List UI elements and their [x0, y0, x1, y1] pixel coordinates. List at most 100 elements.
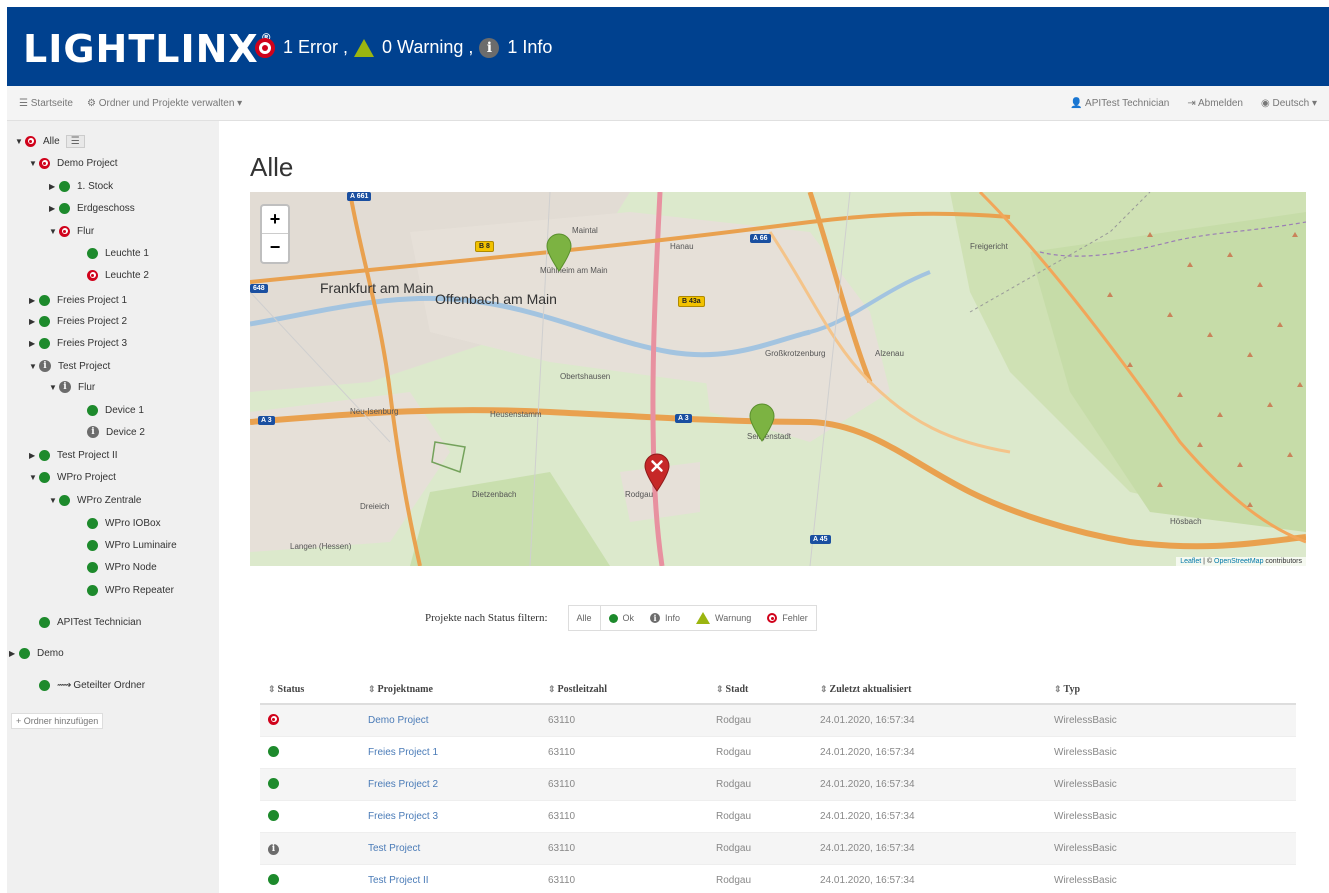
cell-name[interactable]: Test Project II: [368, 875, 548, 886]
cell-name[interactable]: Freies Project 2: [368, 779, 548, 790]
cell-type: WirelessBasic: [1054, 843, 1117, 854]
tree-item[interactable]: ▶ Freies Project 3: [29, 334, 127, 352]
info-icon: i: [479, 37, 500, 58]
caret-right-icon[interactable]: ▶: [49, 182, 59, 191]
cell-name[interactable]: Demo Project: [368, 715, 548, 726]
table-row[interactable]: Demo Project 63110 Rodgau 24.01.2020, 16:57…: [260, 705, 1296, 737]
tree-item[interactable]: ▼ Alle ☰: [15, 132, 85, 150]
tree-item[interactable]: ▶ 1. Stock: [49, 177, 113, 195]
table-row[interactable]: Freies Project 2 63110 Rodgau 24.01.2020, 1…: [260, 769, 1296, 801]
cell-zip: 63110: [548, 811, 576, 822]
tree-item[interactable]: ▼ Flur: [49, 222, 94, 240]
table-row[interactable]: i Test Project 63110 Rodgau 24.01.2020, 16:5…: [260, 833, 1296, 865]
cell-status: [260, 745, 368, 760]
filter-warning-button[interactable]: Warnung: [688, 606, 759, 630]
caret-down-icon[interactable]: ▼: [29, 159, 39, 168]
map-marker-ok[interactable]: [748, 402, 776, 442]
column-header-type[interactable]: ⇕ Typ: [1054, 684, 1296, 695]
map-view[interactable]: Frankfurt am Main Offenbach am Main Main…: [250, 192, 1306, 566]
tree-item[interactable]: Device 1: [77, 401, 144, 419]
leaflet-link[interactable]: Leaflet: [1180, 558, 1201, 565]
caret-right-icon[interactable]: ▶: [29, 317, 39, 326]
tree-item[interactable]: WPro Luminaire: [77, 536, 177, 554]
tree-item[interactable]: ▶ Erdgeschoss: [49, 199, 135, 217]
caret-down-icon[interactable]: ▼: [29, 362, 39, 371]
status-icon-wrap: [19, 647, 30, 659]
column-header-status[interactable]: ⇕ Status: [260, 684, 368, 695]
caret-down-icon[interactable]: ▼: [29, 473, 39, 482]
caret-right-icon[interactable]: ▶: [29, 451, 39, 460]
tree-item[interactable]: ⟿ Geteilter Ordner: [29, 676, 145, 694]
filter-error-button[interactable]: Fehler: [759, 606, 816, 630]
error-icon: [767, 613, 778, 623]
caret-down-icon[interactable]: ▼: [15, 137, 25, 146]
tree-item[interactable]: ▼ WPro Project: [29, 468, 116, 486]
map-marker-error[interactable]: [643, 452, 671, 492]
column-header-zip[interactable]: ⇕ Postleitzahl: [548, 684, 716, 695]
nav-language-dropdown[interactable]: ◉ Deutsch ▾: [1261, 98, 1317, 109]
map-label-freigericht: Freigericht: [970, 242, 1008, 251]
filter-all-button[interactable]: Alle: [568, 606, 601, 630]
nav-home[interactable]: ☰ Startseite: [19, 98, 73, 109]
tree-item[interactable]: WPro IOBox: [77, 514, 161, 532]
tree-item[interactable]: Leuchte 2: [77, 266, 149, 284]
caret-down-icon[interactable]: ▼: [49, 383, 59, 392]
tree-item[interactable]: ▶ Test Project II: [29, 446, 118, 464]
tree-item[interactable]: WPro Repeater: [77, 581, 174, 599]
cell-city: Rodgau: [716, 715, 752, 726]
filter-ok-button[interactable]: Ok: [601, 606, 643, 630]
caret-right-icon[interactable]: ▶: [29, 296, 39, 305]
tree-item-label: WPro Node: [105, 561, 157, 573]
caret-down-icon[interactable]: ▼: [49, 496, 59, 505]
column-header-updated[interactable]: ⇕ Zuletzt aktualisiert: [820, 684, 1054, 695]
tree-item[interactable]: ▼ i Flur: [49, 378, 95, 396]
tree-item[interactable]: ▼ i Test Project: [29, 357, 110, 375]
cell-name[interactable]: Freies Project 3: [368, 811, 548, 822]
osm-link[interactable]: OpenStreetMap: [1214, 558, 1263, 565]
table-row[interactable]: Test Project II 63110 Rodgau 24.01.2020, 16…: [260, 865, 1296, 893]
caret-right-icon[interactable]: ▶: [29, 339, 39, 348]
sort-icon: ⇕: [716, 683, 724, 694]
tree-item[interactable]: ▼ Demo Project: [29, 154, 118, 172]
caret-right-icon[interactable]: ▶: [49, 204, 59, 213]
tree-item[interactable]: ▶ Freies Project 1: [29, 291, 127, 309]
info-icon: i: [268, 843, 279, 855]
table-body: Demo Project 63110 Rodgau 24.01.2020, 16:57…: [260, 705, 1296, 893]
column-header-city[interactable]: ⇕ Stadt: [716, 684, 820, 695]
table-row[interactable]: Freies Project 3 63110 Rodgau 24.01.2020, 1…: [260, 801, 1296, 833]
nav-user[interactable]: 👤 APITest Technician: [1070, 98, 1169, 109]
tree-item[interactable]: ▶ Freies Project 2: [29, 312, 127, 330]
tree-item-label: Flur: [78, 381, 96, 393]
tree-item[interactable]: APITest Technician: [29, 613, 141, 631]
caret-right-icon[interactable]: ▶: [9, 649, 19, 658]
map-marker-ok[interactable]: [545, 232, 573, 272]
nav-logout[interactable]: ⇥ Abmelden: [1187, 98, 1243, 109]
zoom-out-button[interactable]: −: [262, 234, 288, 262]
info-count[interactable]: i 1 Info: [479, 37, 552, 58]
tree-item[interactable]: WPro Node: [77, 558, 157, 576]
tree-item[interactable]: ▼ WPro Zentrale: [49, 491, 141, 509]
column-header-label: Postleitzahl: [557, 683, 607, 695]
column-header-name[interactable]: ⇕ Projektname: [368, 684, 548, 695]
nav-manage-dropdown[interactable]: ⚙ Ordner und Projekte verwalten ▾: [87, 98, 242, 109]
zoom-in-button[interactable]: +: [262, 206, 288, 234]
road-shield-a661: A 661: [347, 192, 372, 201]
table-row[interactable]: Freies Project 1 63110 Rodgau 24.01.2020, 1…: [260, 737, 1296, 769]
warning-count[interactable]: 0 Warning ,: [354, 37, 473, 58]
tree-item[interactable]: ▶ Demo: [9, 644, 64, 662]
lightlinx-logo[interactable]: LIGHTLINX®: [23, 27, 273, 71]
error-count[interactable]: 1 Error ,: [255, 37, 348, 58]
cell-name[interactable]: Test Project: [368, 843, 548, 854]
table-header: ⇕ Status ⇕ Projektname ⇕ Postleitzahl ⇕ Stad…: [260, 675, 1296, 705]
cell-name[interactable]: Freies Project 1: [368, 747, 548, 758]
tree-item[interactable]: Leuchte 1: [77, 244, 149, 262]
tree-item-label: WPro Luminaire: [105, 539, 177, 551]
add-folder-button[interactable]: + Ordner hinzufügen: [11, 713, 104, 729]
cell-zip: 63110: [548, 843, 576, 854]
menu-icon[interactable]: ☰: [65, 134, 85, 148]
filter-info-button[interactable]: i Info: [642, 606, 688, 630]
tree-item[interactable]: i Device 2: [77, 423, 145, 441]
tree-item-label: Freies Project 1: [57, 294, 128, 306]
status-icon-wrap: [39, 616, 50, 628]
caret-down-icon[interactable]: ▼: [49, 227, 59, 236]
